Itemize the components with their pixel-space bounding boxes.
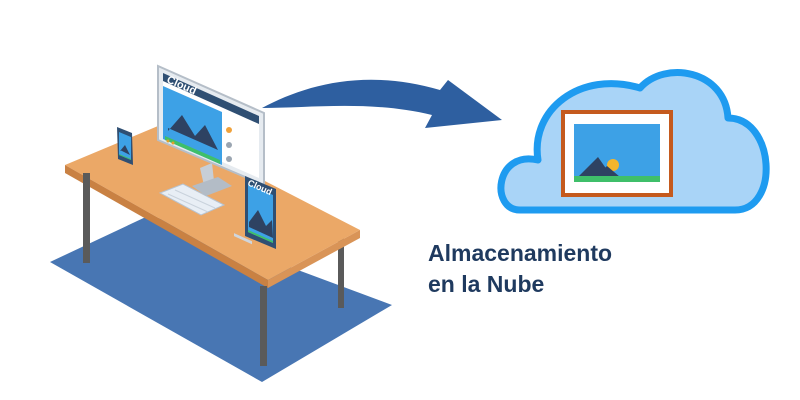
desk-leg-front-right <box>260 286 267 366</box>
arrow-icon <box>262 79 502 128</box>
phone-icon <box>117 127 133 165</box>
image-icon <box>561 110 673 197</box>
caption: Almacenamiento en la Nube <box>428 238 612 300</box>
cloud-storage-illustration: Cloud Cloud <box>50 64 770 382</box>
caption-line-1: Almacenamiento <box>428 240 613 266</box>
desk-leg-front-left <box>83 173 90 263</box>
caption-line-2: en la Nube <box>428 271 545 297</box>
